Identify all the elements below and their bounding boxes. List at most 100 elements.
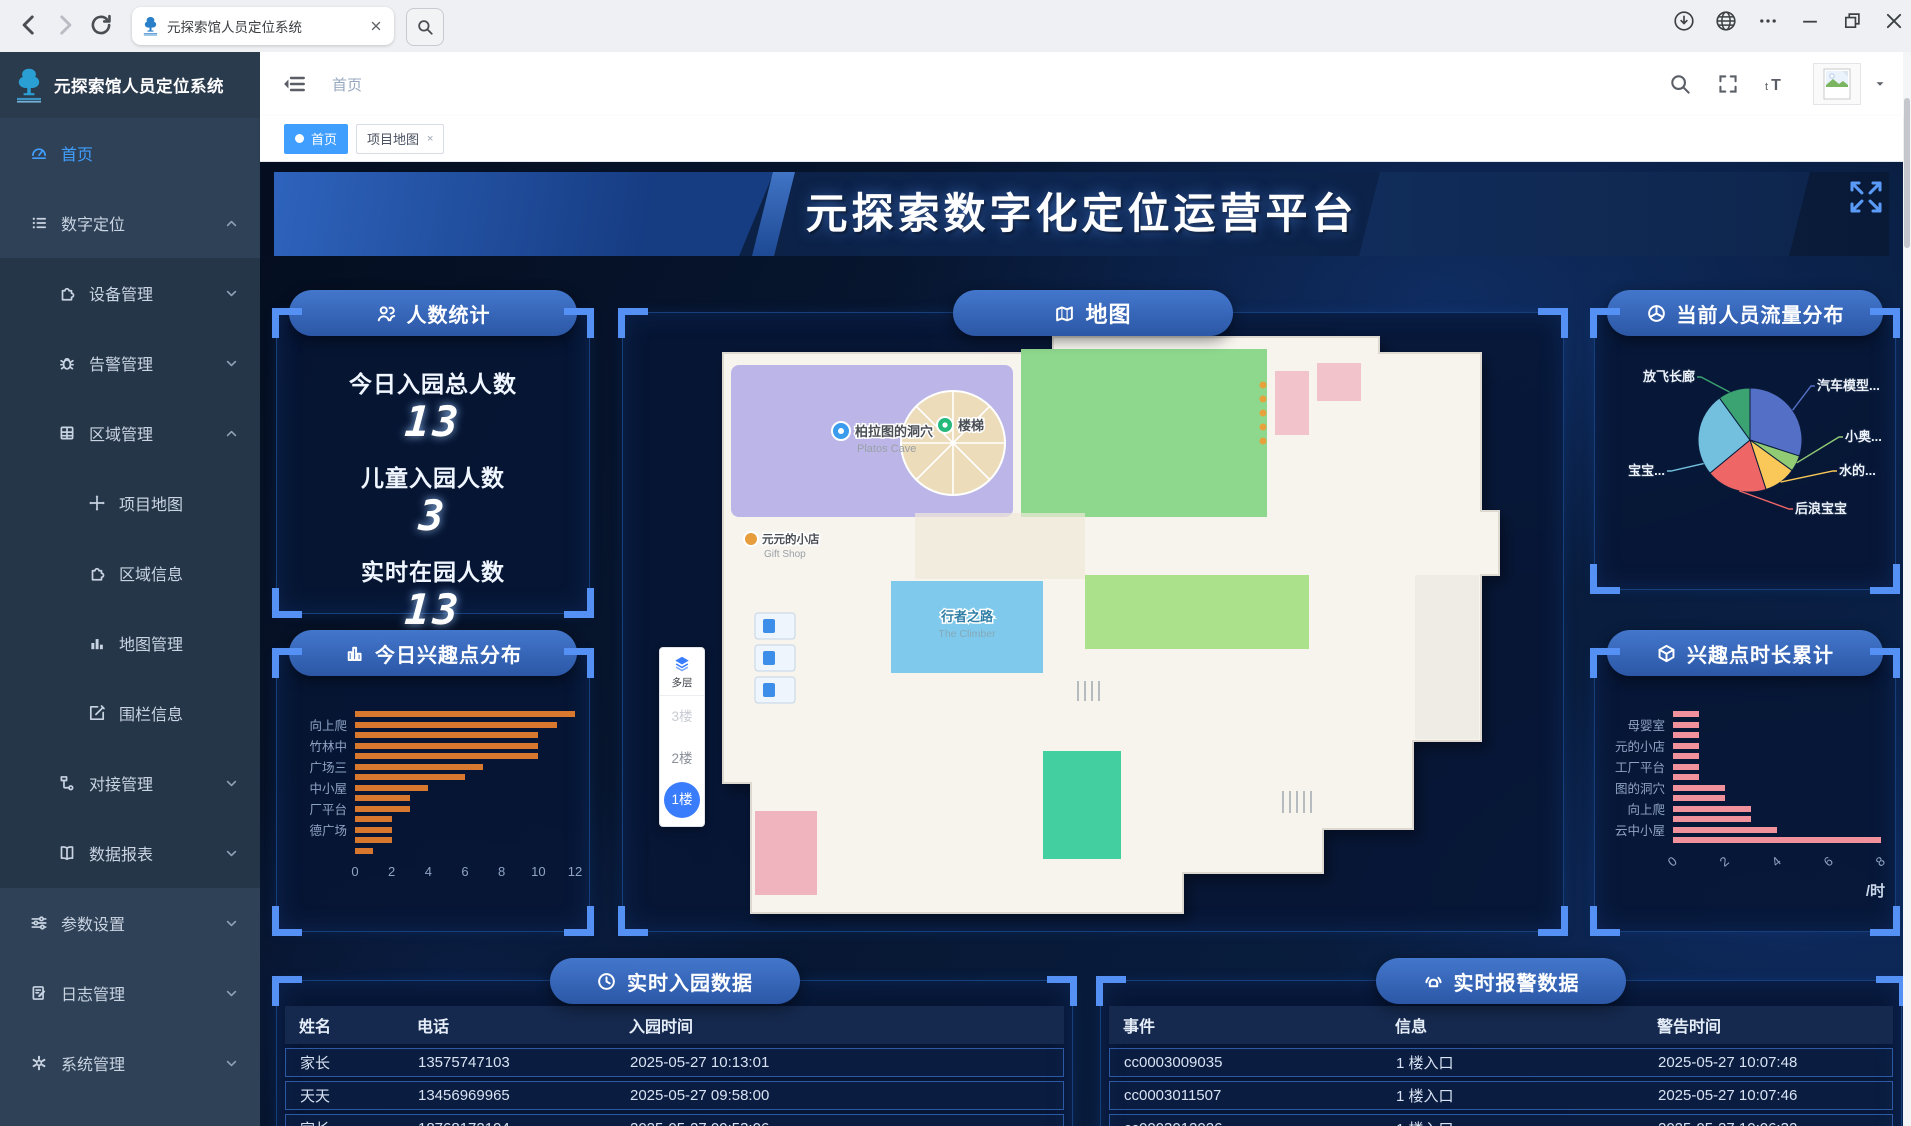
- panel-title: 兴趣点时长累计: [1687, 639, 1834, 668]
- sidebar-item-alarm-management[interactable]: 告警管理: [0, 328, 260, 398]
- tab-close-icon[interactable]: [368, 18, 384, 34]
- floor-selector: 多层 3楼 2楼 1楼: [659, 647, 705, 827]
- chevron-up-icon: [225, 427, 238, 440]
- address-search-button[interactable]: [406, 8, 444, 46]
- tag-home[interactable]: 首页: [284, 124, 348, 154]
- stairs-marker[interactable]: 楼梯: [937, 417, 984, 433]
- header-search-icon[interactable]: [1669, 73, 1691, 95]
- tag-close-icon[interactable]: ×: [427, 133, 433, 145]
- cube-icon: [1656, 643, 1677, 664]
- sidebar-logo-row: 元探索馆人员定位系统: [0, 52, 260, 118]
- restore-icon[interactable]: [1841, 10, 1863, 32]
- floor-multi-layer-button[interactable]: 多层: [660, 648, 704, 696]
- forward-icon[interactable]: [52, 12, 78, 38]
- chevron-down-icon: [225, 847, 238, 860]
- panel-alarm-data: 实时报警数据 事件信息警告时间cc00030090351 楼入口2025-05-…: [1100, 980, 1902, 1126]
- pie-chart-icon: [1646, 303, 1667, 324]
- stat-label: 实时在园人数: [277, 553, 589, 587]
- link-icon: [58, 774, 76, 792]
- x-axis: 024681012: [355, 864, 575, 890]
- sidebar: 元探索馆人员定位系统 首页数字定位设备管理告警管理区域管理项目地图区域信息地图管…: [0, 52, 260, 1126]
- close-window-icon[interactable]: [1883, 10, 1905, 32]
- puzzle-icon: [88, 564, 106, 582]
- alarm-table: 事件信息警告时间cc00030090351 楼入口2025-05-27 10:0…: [1109, 1006, 1893, 1126]
- sidebar-item-fence-info[interactable]: 围栏信息: [0, 678, 260, 748]
- sidebar-item-log-management[interactable]: 日志管理: [0, 958, 260, 1028]
- floor-plan-map[interactable]: 柏拉图的洞穴 Platos Cave 楼梯 元元的小店 Gift Shop 行者…: [623, 313, 1563, 931]
- sidebar-item-map-management[interactable]: 地图管理: [0, 608, 260, 678]
- svg-text:Gift Shop: Gift Shop: [764, 549, 806, 560]
- bar-row: [289, 846, 575, 857]
- sidebar-item-home[interactable]: 首页: [0, 118, 260, 188]
- sidebar-item-area-info[interactable]: 区域信息: [0, 538, 260, 608]
- svg-text:The Climber: The Climber: [938, 628, 996, 640]
- refresh-icon[interactable]: [88, 12, 114, 38]
- avatar[interactable]: [1813, 63, 1861, 105]
- floor-1-button-selected[interactable]: 1楼: [664, 782, 700, 818]
- sidebar-item-label: 参数设置: [61, 911, 125, 935]
- panel-alarm-header: 实时报警数据: [1376, 958, 1626, 1004]
- sidebar-item-label: 区域管理: [89, 421, 153, 445]
- sidebar-item-integration-management[interactable]: 对接管理: [0, 748, 260, 818]
- table-row: cc00030115071 楼入口2025-05-27 10:07:46: [1109, 1081, 1893, 1110]
- bar-chart-icon: [344, 643, 365, 664]
- panel-title: 今日兴趣点分布: [375, 639, 522, 668]
- bar-row: 向上爬: [289, 720, 575, 731]
- entry-table: 姓名电话入园时间家长135757471032025-05-27 10:13:01…: [285, 1006, 1064, 1126]
- font-size-icon[interactable]: tT: [1765, 73, 1787, 95]
- edit-icon: [88, 704, 106, 722]
- bar-row: 广场三: [289, 762, 575, 773]
- bar-row: 元的小店: [1607, 741, 1881, 752]
- stat-value: 3: [275, 493, 590, 539]
- fullscreen-icon[interactable]: [1717, 73, 1739, 95]
- panel-map: 地图: [622, 312, 1564, 932]
- minimize-icon[interactable]: [1799, 10, 1821, 32]
- sidebar-item-digital-positioning[interactable]: 数字定位: [0, 188, 260, 258]
- sidebar-item-project-map[interactable]: 项目地图: [0, 468, 260, 538]
- sidebar-item-system-management[interactable]: 系统管理: [0, 1028, 260, 1098]
- sidebar-item-label: 日志管理: [61, 981, 125, 1005]
- sliders-icon: [30, 914, 48, 932]
- avatar-dropdown-caret-icon[interactable]: [1873, 77, 1887, 91]
- bug-icon: [58, 354, 76, 372]
- svg-text:楼梯: 楼梯: [958, 418, 984, 433]
- back-icon[interactable]: [16, 12, 42, 38]
- tag-project-map[interactable]: 项目地图×: [356, 124, 444, 154]
- bar-row: 厂平台: [289, 804, 575, 815]
- bars-icon: [88, 634, 106, 652]
- globe-icon[interactable]: [1715, 10, 1737, 32]
- flow-pie-chart: 汽车模型...小奥...水的...后浪宝宝宝宝...放飞长廊: [1595, 339, 1893, 585]
- panel-people-stats: 人数统计 今日入园总人数13儿童入园人数3实时在园人数13: [276, 312, 590, 614]
- x-axis: 02468/时: [1673, 854, 1881, 880]
- log-icon: [30, 984, 48, 1002]
- page-scrollbar[interactable]: [1902, 52, 1911, 1126]
- browser-menu-icon[interactable]: [1757, 10, 1779, 32]
- dashboard-expand-icon[interactable]: [1845, 176, 1887, 218]
- table-header: 事件信息警告时间: [1109, 1006, 1893, 1044]
- collapse-menu-icon[interactable]: [282, 72, 306, 96]
- panel-title: 人数统计: [407, 299, 491, 328]
- sidebar-item-data-report[interactable]: 数据报表: [0, 818, 260, 888]
- chevron-down-icon: [225, 287, 238, 300]
- breadcrumb[interactable]: 首页: [332, 74, 362, 95]
- sidebar-item-label: 项目地图: [119, 491, 183, 515]
- stat-value: 13: [275, 587, 590, 633]
- sidebar-item-partial[interactable]: [0, 1098, 260, 1126]
- sidebar-item-label: 告警管理: [89, 351, 153, 375]
- sidebar-menu: 首页数字定位设备管理告警管理区域管理项目地图区域信息地图管理围栏信息对接管理数据…: [0, 118, 260, 1126]
- people-icon: [376, 303, 397, 324]
- sidebar-item-device-management[interactable]: 设备管理: [0, 258, 260, 328]
- app-header: 首页 tT: [260, 52, 1903, 116]
- floor-3-button[interactable]: 3楼: [660, 696, 704, 738]
- stats-body: 今日入园总人数13儿童入园人数3实时在园人数13: [277, 351, 589, 634]
- sidebar-item-area-management[interactable]: 区域管理: [0, 398, 260, 468]
- floor-2-button[interactable]: 2楼: [660, 738, 704, 780]
- book-icon: [58, 844, 76, 862]
- table-row: 家长135757471032025-05-27 10:13:01: [285, 1048, 1064, 1077]
- browser-tab[interactable]: 元探索馆人员定位系统: [132, 7, 394, 45]
- tab-title: 元探索馆人员定位系统: [167, 16, 368, 36]
- downloads-icon[interactable]: [1673, 10, 1695, 32]
- bar-row: 中小屋: [289, 783, 575, 794]
- sidebar-item-parameter-settings[interactable]: 参数设置: [0, 888, 260, 958]
- grid-icon: [58, 424, 76, 442]
